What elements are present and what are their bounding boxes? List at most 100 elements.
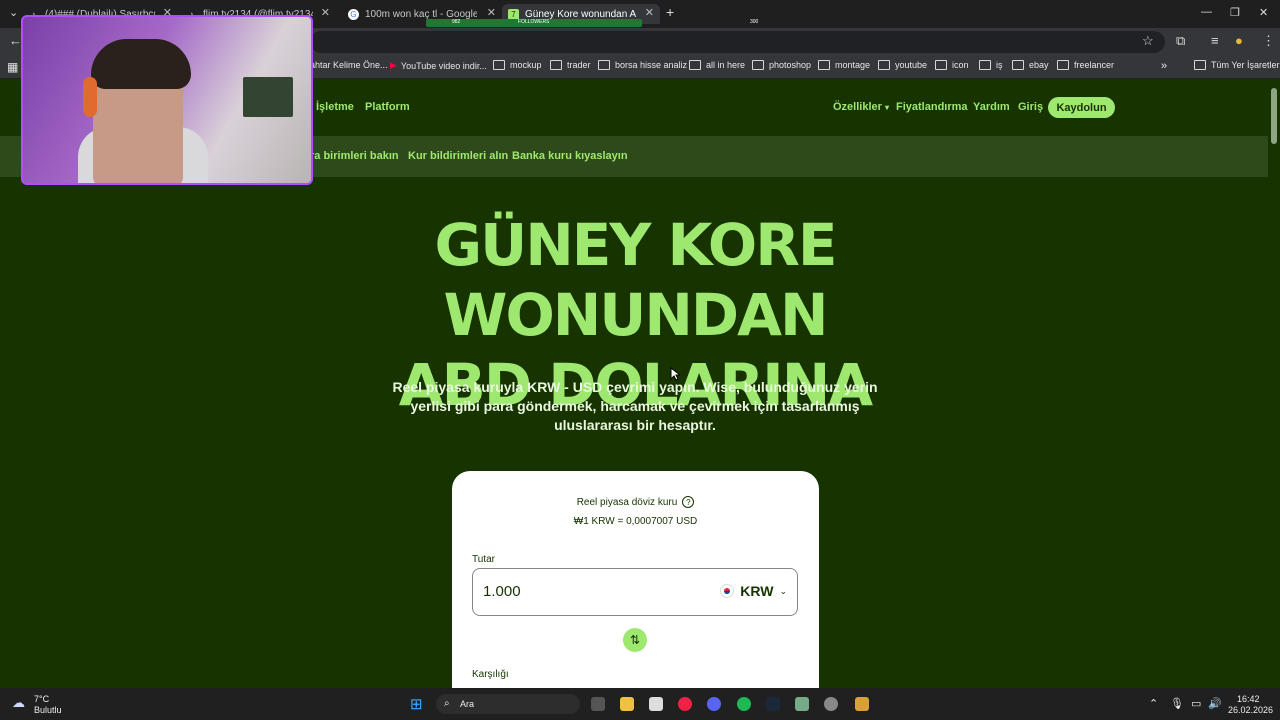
windows-start-icon[interactable]: ⊞ — [410, 695, 423, 713]
weather-desc[interactable]: Bulutlu — [34, 705, 62, 715]
subnav-rate-alerts[interactable]: Kur bildirimleri alın — [408, 150, 508, 162]
currency-selector[interactable]: KRW ⌄ — [720, 583, 787, 599]
spotify-icon[interactable] — [737, 697, 751, 711]
taskbar-search[interactable]: ⌕ Ara — [436, 694, 580, 714]
bookmark-label: icon — [952, 60, 969, 70]
bookmark-folder[interactable]: borsa hisse analiz — [598, 60, 687, 70]
bookmark-label: mockup — [510, 60, 542, 70]
nav-help[interactable]: Yardım — [973, 101, 1010, 113]
chrome-icon[interactable] — [678, 697, 692, 711]
minimize-icon[interactable]: — — [1201, 6, 1212, 18]
store-icon[interactable] — [649, 697, 663, 711]
bookmark-folder[interactable]: youtube — [878, 60, 927, 70]
file-explorer-icon[interactable] — [620, 697, 634, 711]
bookmark-folder[interactable]: montage — [818, 60, 870, 70]
bookmark-folder[interactable]: mockup — [493, 60, 542, 70]
bookmark-folder[interactable]: ebay — [1012, 60, 1049, 70]
folder-icon — [818, 60, 830, 70]
apps-icon[interactable]: ▦ — [7, 60, 18, 74]
bookmark-folder[interactable]: icon — [935, 60, 969, 70]
nav-business[interactable]: İşletme — [316, 101, 354, 113]
folder-icon — [1194, 60, 1206, 70]
help-icon[interactable]: ? — [682, 496, 695, 508]
nav-pricing[interactable]: Fiyatlandırma — [896, 101, 968, 113]
clock-date[interactable]: 26.02.2026 — [1228, 705, 1273, 715]
youtube-icon: ▶ — [390, 60, 397, 70]
tab-search-icon[interactable]: ⌄ — [9, 6, 18, 19]
app-icon[interactable] — [855, 697, 869, 711]
all-bookmarks[interactable]: Tüm Yer İşaretleri — [1194, 60, 1280, 70]
new-tab-icon[interactable]: + — [666, 4, 674, 20]
title-line-1: GÜNEY KORE WONUNDAN — [434, 211, 838, 349]
bookmark-item[interactable]: ahtar Kelime Öne... — [310, 60, 388, 70]
rate-label: Reel piyasa döviz kuru — [576, 496, 678, 508]
chevron-down-icon: ▾ — [884, 103, 889, 112]
subnav-compare-bank-rates[interactable]: Banka kuru kıyaslayın — [512, 150, 628, 162]
steam-icon[interactable] — [766, 697, 780, 711]
maximize-icon[interactable]: ❐ — [1230, 6, 1240, 19]
search-input[interactable]: Ara — [460, 699, 474, 709]
bookmark-folder[interactable]: freelancer — [1057, 60, 1114, 70]
folder-icon — [550, 60, 562, 70]
bookmark-label: ebay — [1029, 60, 1049, 70]
nav-platform[interactable]: Platform — [365, 101, 410, 113]
bookmark-item[interactable]: ▶ YouTube video indir... — [390, 60, 487, 71]
swap-currencies-button[interactable]: ⇅ — [623, 628, 647, 652]
network-icon[interactable]: ▭ — [1191, 697, 1201, 710]
close-window-icon[interactable]: ✕ — [1259, 6, 1268, 19]
amount-field[interactable]: 1.000 KRW ⌄ — [472, 568, 798, 616]
swap-arrows-icon: ⇅ — [629, 633, 641, 647]
nav-features[interactable]: Özellikler ▾ — [833, 101, 889, 113]
folder-icon — [752, 60, 764, 70]
volume-icon[interactable]: 🔊 — [1208, 697, 1222, 710]
close-tab-icon[interactable]: ✕ — [487, 6, 496, 19]
folder-icon — [689, 60, 701, 70]
clock-time[interactable]: 16:42 — [1237, 694, 1260, 704]
profile-icon[interactable]: ● — [1235, 33, 1243, 48]
tray-chevron-icon[interactable]: ⌃ — [1149, 697, 1158, 710]
bookmark-folder[interactable]: all in here — [689, 60, 745, 70]
bookmark-folder[interactable]: iş — [979, 60, 1003, 70]
menu-icon[interactable]: ⋮ — [1262, 33, 1275, 49]
bookmark-label: YouTube video indir... — [400, 60, 487, 71]
signup-button[interactable]: Kaydolun — [1048, 97, 1115, 118]
close-tab-icon[interactable]: ✕ — [321, 6, 330, 19]
page-scrollbar[interactable] — [1268, 80, 1280, 688]
close-tab-icon[interactable]: ✕ — [645, 6, 654, 19]
amount-input[interactable]: 1.000 — [483, 583, 521, 600]
mouse-cursor-icon — [670, 367, 680, 381]
microphone-icon[interactable]: 🎙 — [1170, 697, 1184, 710]
task-view-icon[interactable] — [591, 697, 605, 711]
rate-label-row: Reel piyasa döviz kuru ? — [452, 496, 819, 508]
media-icon[interactable]: ≡ — [1211, 33, 1219, 48]
bookmark-label: ahtar Kelime Öne... — [310, 60, 388, 70]
followers-count-left: 982 — [452, 19, 461, 25]
converter-card: Reel piyasa döviz kuru ? ₩1 KRW = 0,0007… — [452, 471, 819, 711]
bookmark-label: iş — [996, 60, 1003, 70]
search-icon: ⌕ — [444, 698, 450, 709]
nav-features-label: Özellikler — [833, 101, 882, 113]
extensions-icon[interactable]: ⧉ — [1176, 33, 1185, 49]
bookmark-folder[interactable]: trader — [550, 60, 591, 70]
windows-taskbar: ☁ 7°C Bulutlu ⊞ ⌕ Ara ⌃ 🎙 ▭ 🔊 16:42 26.0… — [0, 688, 1280, 720]
subnav-view-currencies[interactable]: ra birimleri bakın — [310, 150, 399, 162]
obs-icon[interactable] — [824, 697, 838, 711]
result-label: Karşılığı — [472, 669, 509, 680]
bookmark-label: trader — [567, 60, 591, 70]
followers-count-right: 300 — [750, 19, 759, 25]
bookmark-star-icon[interactable]: ☆ — [1142, 33, 1154, 49]
bookmark-folder[interactable]: photoshop — [752, 60, 811, 70]
webcam-overlay — [21, 15, 313, 185]
webcam-background-object — [243, 77, 293, 117]
tab-title: 100m won kaç tl - Google'da A — [365, 8, 477, 20]
discord-icon[interactable] — [707, 697, 721, 711]
more-bookmarks-icon[interactable]: » — [1161, 60, 1167, 72]
nav-login[interactable]: Giriş — [1018, 101, 1043, 113]
address-bar[interactable] — [310, 31, 1165, 53]
scrollbar-thumb[interactable] — [1271, 88, 1277, 144]
webcam-person-hair — [91, 39, 191, 89]
app-icon[interactable] — [795, 697, 809, 711]
currency-code: KRW — [740, 583, 774, 599]
south-korea-flag-icon — [720, 584, 735, 598]
weather-temp[interactable]: 7°C — [34, 694, 49, 704]
